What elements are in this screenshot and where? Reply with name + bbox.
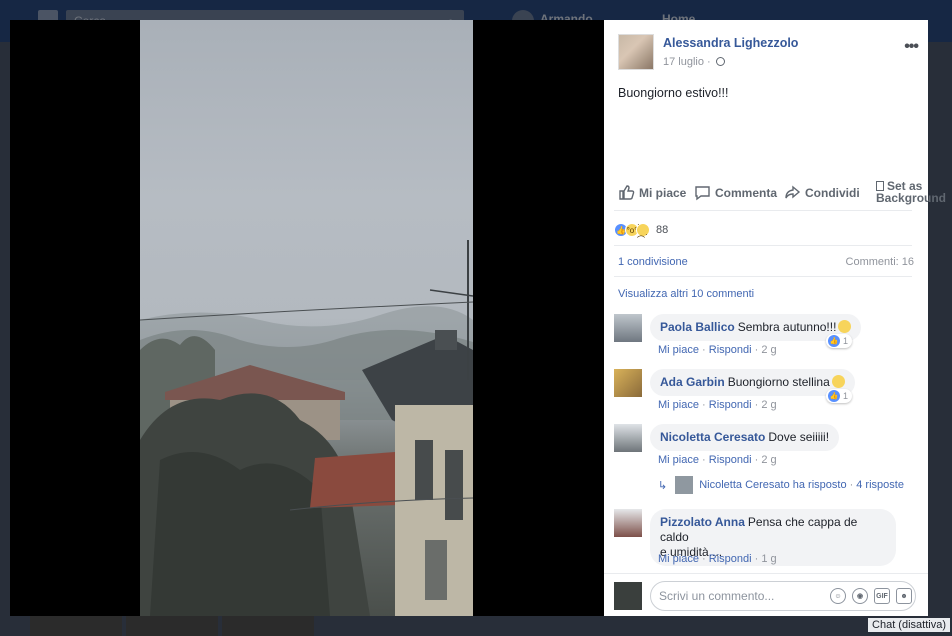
comment-text: Buongiorno stellina bbox=[727, 375, 830, 389]
comment-like-count: 1 bbox=[843, 391, 849, 401]
foggy-landscape-image bbox=[140, 240, 473, 616]
comment-bubble: Ada Garbin Buongiorno stellina bbox=[650, 369, 855, 396]
like-mini-icon: 👍 bbox=[828, 335, 840, 347]
divider bbox=[614, 245, 912, 246]
comment-like-link[interactable]: Mi piace bbox=[658, 553, 699, 565]
gif-icon[interactable]: GIF bbox=[874, 588, 890, 604]
shares-link[interactable]: 1 condivisione bbox=[618, 256, 688, 268]
comment-like-count: 1 bbox=[843, 336, 849, 346]
reply-author-avatar bbox=[675, 476, 694, 494]
comment-like-link[interactable]: Mi piace bbox=[658, 399, 699, 411]
view-more-comments-link[interactable]: Visualizza altri 10 commenti bbox=[618, 288, 754, 300]
comment-like-link[interactable]: Mi piace bbox=[658, 454, 699, 466]
set-as-label-line2: Background bbox=[876, 191, 947, 205]
comment-time[interactable]: 2 g bbox=[761, 344, 776, 356]
share-label: Condividi bbox=[805, 185, 860, 200]
like-mini-icon: 👍 bbox=[828, 390, 840, 402]
commenter-avatar[interactable] bbox=[614, 509, 642, 537]
comment-actions: Mi piace · Rispondi · 2 g bbox=[658, 344, 777, 356]
commenter-avatar[interactable] bbox=[614, 314, 642, 342]
share-icon bbox=[785, 185, 801, 199]
thumbs-up-icon bbox=[619, 185, 635, 200]
reply-summary-text[interactable]: Nicoletta Ceresato ha risposto bbox=[699, 479, 846, 491]
comment-like-badge[interactable]: 👍 1 bbox=[826, 334, 853, 348]
set-as-background-button[interactable]: Set as Background bbox=[876, 180, 946, 204]
commenter-name[interactable]: Paola Ballico bbox=[660, 320, 735, 334]
share-button[interactable]: Condividi bbox=[784, 184, 860, 201]
comment-label: Commenta bbox=[715, 185, 778, 200]
comment-input-placeholder: Scrivi un commento... bbox=[659, 589, 775, 603]
divider bbox=[614, 210, 912, 211]
comments-count: Commenti: 16 bbox=[845, 256, 914, 268]
comment-actions: Mi piace · Rispondi · 2 g bbox=[658, 454, 777, 466]
sad-reaction-icon: ·︵· bbox=[636, 220, 650, 239]
post-actions: Mi piace Commenta Condividi Set as Backg… bbox=[618, 180, 946, 206]
commenter-name[interactable]: Ada Garbin bbox=[660, 375, 725, 389]
replies-summary[interactable]: ↳ Nicoletta Ceresato ha risposto · 4 ris… bbox=[658, 476, 904, 494]
commenter-name[interactable]: Nicoletta Ceresato bbox=[660, 430, 765, 444]
emoji-icon[interactable]: ☺ bbox=[830, 588, 846, 604]
comment-text: Sembra autunno!!! bbox=[737, 320, 837, 334]
post-meta: 17 luglio · bbox=[663, 56, 725, 68]
post-photo[interactable] bbox=[140, 20, 473, 616]
post-text: Buongiorno estivo!!! bbox=[618, 86, 729, 100]
laughing-emoji-icon bbox=[838, 320, 852, 333]
like-label: Mi piace bbox=[639, 185, 687, 200]
reply-count[interactable]: 4 risposte bbox=[856, 479, 904, 491]
comment-icon bbox=[695, 186, 710, 201]
comment-time[interactable]: 2 g bbox=[761, 399, 776, 411]
comment-reply-link[interactable]: Rispondi bbox=[709, 454, 752, 466]
comment-bubble: Nicoletta Ceresato Dove seiiiii! bbox=[650, 424, 840, 451]
composer-icons: ☺ ◉ GIF ☻ bbox=[830, 588, 912, 604]
commenter-name[interactable]: Pizzolato Anna bbox=[660, 515, 745, 529]
like-button[interactable]: Mi piace bbox=[618, 184, 686, 201]
sticker-icon[interactable]: ☻ bbox=[896, 588, 912, 604]
comment-time[interactable]: 1 g bbox=[761, 553, 776, 565]
comment-like-link[interactable]: Mi piace bbox=[658, 344, 699, 356]
author-name[interactable]: Alessandra Lighezzolo bbox=[663, 36, 798, 50]
comment-actions: Mi piace · Rispondi · 2 g bbox=[658, 399, 777, 411]
divider bbox=[614, 276, 912, 277]
reactions-summary[interactable]: 👍 °o° ·︵· 88 bbox=[614, 220, 669, 239]
chat-bar-label[interactable]: Chat (disattiva) bbox=[868, 618, 950, 632]
more-options-icon[interactable]: ••• bbox=[904, 38, 919, 56]
author-avatar[interactable] bbox=[618, 34, 654, 70]
photo-stage bbox=[10, 20, 604, 616]
current-user-avatar bbox=[614, 582, 642, 610]
comment-like-badge[interactable]: 👍 1 bbox=[826, 389, 853, 403]
camera-icon[interactable]: ◉ bbox=[852, 588, 868, 604]
reaction-count: 88 bbox=[656, 224, 669, 236]
comment-composer: Scrivi un commento... ☺ ◉ GIF ☻ bbox=[604, 573, 928, 616]
comment-reply-link[interactable]: Rispondi bbox=[709, 553, 752, 565]
comment-time[interactable]: 2 g bbox=[761, 454, 776, 466]
reply-arrow-icon: ↳ bbox=[658, 479, 668, 492]
commenter-avatar[interactable] bbox=[614, 424, 642, 452]
commenter-avatar[interactable] bbox=[614, 369, 642, 397]
comment-text: Dove seiiiii! bbox=[768, 430, 830, 444]
post-date[interactable]: 17 luglio bbox=[663, 56, 704, 68]
background-icon bbox=[876, 181, 884, 191]
comment-reply-link[interactable]: Rispondi bbox=[709, 399, 752, 411]
globe-icon bbox=[715, 57, 725, 66]
comment-reply-link[interactable]: Rispondi bbox=[709, 344, 752, 356]
comment-button[interactable]: Commenta bbox=[694, 184, 777, 201]
post-side-panel: Alessandra Lighezzolo 17 luglio · ••• Bu… bbox=[604, 20, 946, 616]
post-header: Alessandra Lighezzolo 17 luglio · ••• bbox=[618, 34, 919, 74]
comment-actions: Mi piace · Rispondi · 1 g bbox=[658, 553, 777, 565]
kiss-emoji-icon bbox=[831, 375, 845, 388]
